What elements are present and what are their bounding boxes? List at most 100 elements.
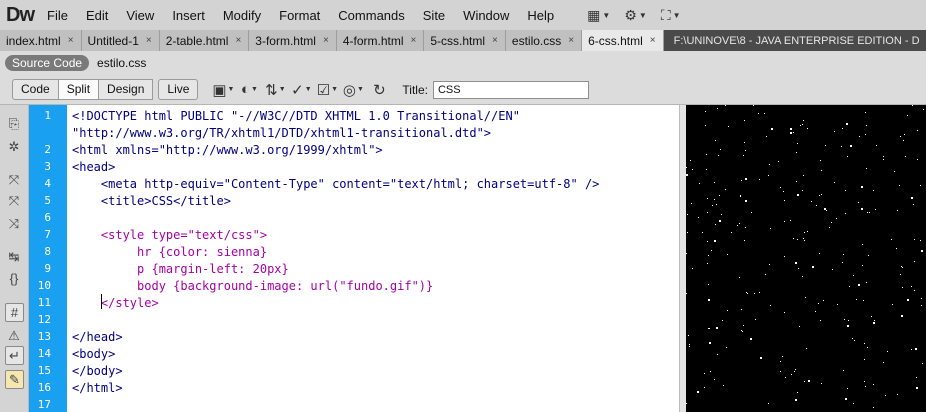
layout-icon[interactable]: ▦ ▼: [587, 7, 610, 24]
tab-3-form-html[interactable]: 3-form.html ×: [249, 30, 337, 51]
star-pixel: [899, 185, 900, 186]
menu-view[interactable]: View: [117, 8, 163, 23]
star-pixel: [916, 377, 917, 378]
gear-icon[interactable]: ⚙ ▼: [624, 7, 646, 24]
app-logo[interactable]: Dw: [0, 4, 40, 27]
menu-modify[interactable]: Modify: [214, 8, 270, 23]
star-pixel: [856, 299, 857, 300]
star-pixel: [717, 354, 718, 355]
star-pixel: [692, 268, 693, 269]
collapse-tag-icon[interactable]: ⤧: [5, 171, 23, 189]
star-pixel: [759, 179, 760, 180]
star-pixel: [716, 327, 718, 329]
tab-4-form-html[interactable]: 4-form.html ×: [336, 30, 425, 51]
menu-file[interactable]: File: [40, 8, 77, 23]
star-pixel: [901, 315, 903, 317]
source-code-button[interactable]: Source Code: [5, 55, 90, 71]
line-number: 10: [37, 279, 51, 292]
star-pixel: [819, 195, 820, 196]
close-icon[interactable]: ×: [650, 31, 656, 51]
document-tabs: index.html × Untitled-1 × 2-table.html × 3-…: [0, 30, 926, 51]
live-view-button[interactable]: Live: [158, 79, 199, 100]
check-browser-icon[interactable]: ☑ ▼: [316, 80, 338, 100]
code-line: <!DOCTYPE html PUBLIC "-//W3C//DTD XHTML…: [72, 109, 520, 123]
menu-format[interactable]: Format: [270, 8, 329, 23]
close-icon[interactable]: ×: [492, 31, 498, 51]
star-pixel: [842, 128, 843, 129]
word-wrap-icon[interactable]: ↵: [5, 346, 24, 365]
menu-edit[interactable]: Edit: [77, 8, 117, 23]
star-pixel: [853, 403, 854, 404]
star-pixel: [686, 293, 687, 294]
show-code-navigator-icon[interactable]: ✲: [5, 138, 23, 156]
star-pixel: [849, 286, 850, 287]
line-number: 3: [44, 160, 51, 173]
tab-untitled-1[interactable]: Untitled-1 ×: [81, 30, 160, 51]
star-pixel: [778, 161, 779, 162]
star-pixel: [687, 232, 688, 233]
code-editor[interactable]: <!DOCTYPE html PUBLIC "-//W3C//DTD XHTML…: [67, 105, 679, 412]
expand-all-icon[interactable]: ⤨: [5, 215, 23, 233]
menu-commands[interactable]: Commands: [329, 8, 413, 23]
menu-window[interactable]: Window: [454, 8, 518, 23]
star-pixel: [707, 212, 708, 213]
open-documents-icon[interactable]: ⎘: [5, 115, 23, 133]
collapse-selection-icon[interactable]: ⤧: [5, 192, 23, 210]
star-pixel: [725, 189, 726, 190]
related-files-bar: Source Code estilo.css: [0, 51, 926, 76]
close-icon[interactable]: ×: [411, 31, 417, 51]
star-pixel: [750, 338, 752, 340]
visual-aids-icon[interactable]: ◎ ▼: [342, 80, 364, 100]
star-pixel: [841, 146, 842, 147]
title-input[interactable]: CSS: [432, 80, 589, 99]
star-pixel: [744, 142, 745, 143]
close-icon[interactable]: ×: [568, 31, 574, 51]
tab-estilo-css[interactable]: estilo.css ×: [505, 30, 583, 51]
star-pixel: [705, 111, 706, 112]
tab-index-html[interactable]: index.html ×: [0, 30, 82, 51]
balance-braces-icon[interactable]: {}: [5, 270, 23, 288]
design-preview[interactable]: [686, 105, 926, 412]
star-pixel: [784, 312, 785, 313]
w3c-validation-icon[interactable]: ✓ ▼: [290, 80, 312, 100]
line-numbers-icon[interactable]: #: [5, 303, 24, 322]
close-icon[interactable]: ×: [68, 31, 74, 51]
menu-insert[interactable]: Insert: [163, 8, 214, 23]
file-management-icon[interactable]: ⇅ ▼: [264, 80, 286, 100]
refresh-icon[interactable]: ↻: [368, 80, 390, 100]
star-pixel: [709, 342, 711, 344]
star-pixel: [783, 191, 784, 192]
code-view-button[interactable]: Code: [12, 79, 59, 100]
menu-help[interactable]: Help: [518, 8, 563, 23]
star-pixel: [823, 300, 824, 301]
select-parent-tag-icon[interactable]: ↹: [5, 248, 23, 266]
star-pixel: [689, 344, 690, 345]
line-number: 12: [37, 313, 51, 326]
star-pixel: [802, 190, 803, 191]
star-pixel: [803, 238, 804, 239]
tab-2-table-html[interactable]: 2-table.html ×: [159, 30, 250, 51]
star-pixel: [766, 136, 767, 137]
extensions-icon[interactable]: ⛶ ▼: [661, 7, 681, 24]
split-view-button[interactable]: Split: [57, 79, 100, 100]
multiscreen-icon[interactable]: ▣ ▼: [212, 80, 234, 100]
document-path: F:\UNINOVE\8 - JAVA ENTERPRISE EDITION -…: [663, 30, 926, 51]
syntax-coloring-icon[interactable]: ✎: [5, 370, 24, 389]
star-pixel: [728, 126, 729, 127]
preview-browser-icon[interactable]: ◐ ▼: [238, 80, 260, 100]
close-icon[interactable]: ×: [146, 31, 152, 51]
star-pixel: [885, 395, 886, 396]
menu-site[interactable]: Site: [414, 8, 454, 23]
close-icon[interactable]: ×: [323, 31, 329, 51]
design-view-button[interactable]: Design: [98, 79, 154, 100]
highlight-invalid-code-icon[interactable]: ⚠: [5, 327, 23, 345]
tab-5-css-html[interactable]: 5-css.html ×: [424, 30, 506, 51]
related-file-estilo-css[interactable]: estilo.css: [97, 56, 146, 70]
star-pixel: [902, 267, 903, 268]
star-pixel: [917, 130, 918, 131]
star-pixel: [858, 284, 860, 286]
star-pixel: [818, 303, 819, 304]
tab-6-css-html[interactable]: 6-css.html ×: [582, 30, 664, 51]
close-icon[interactable]: ×: [235, 31, 241, 51]
star-pixel: [892, 304, 893, 305]
